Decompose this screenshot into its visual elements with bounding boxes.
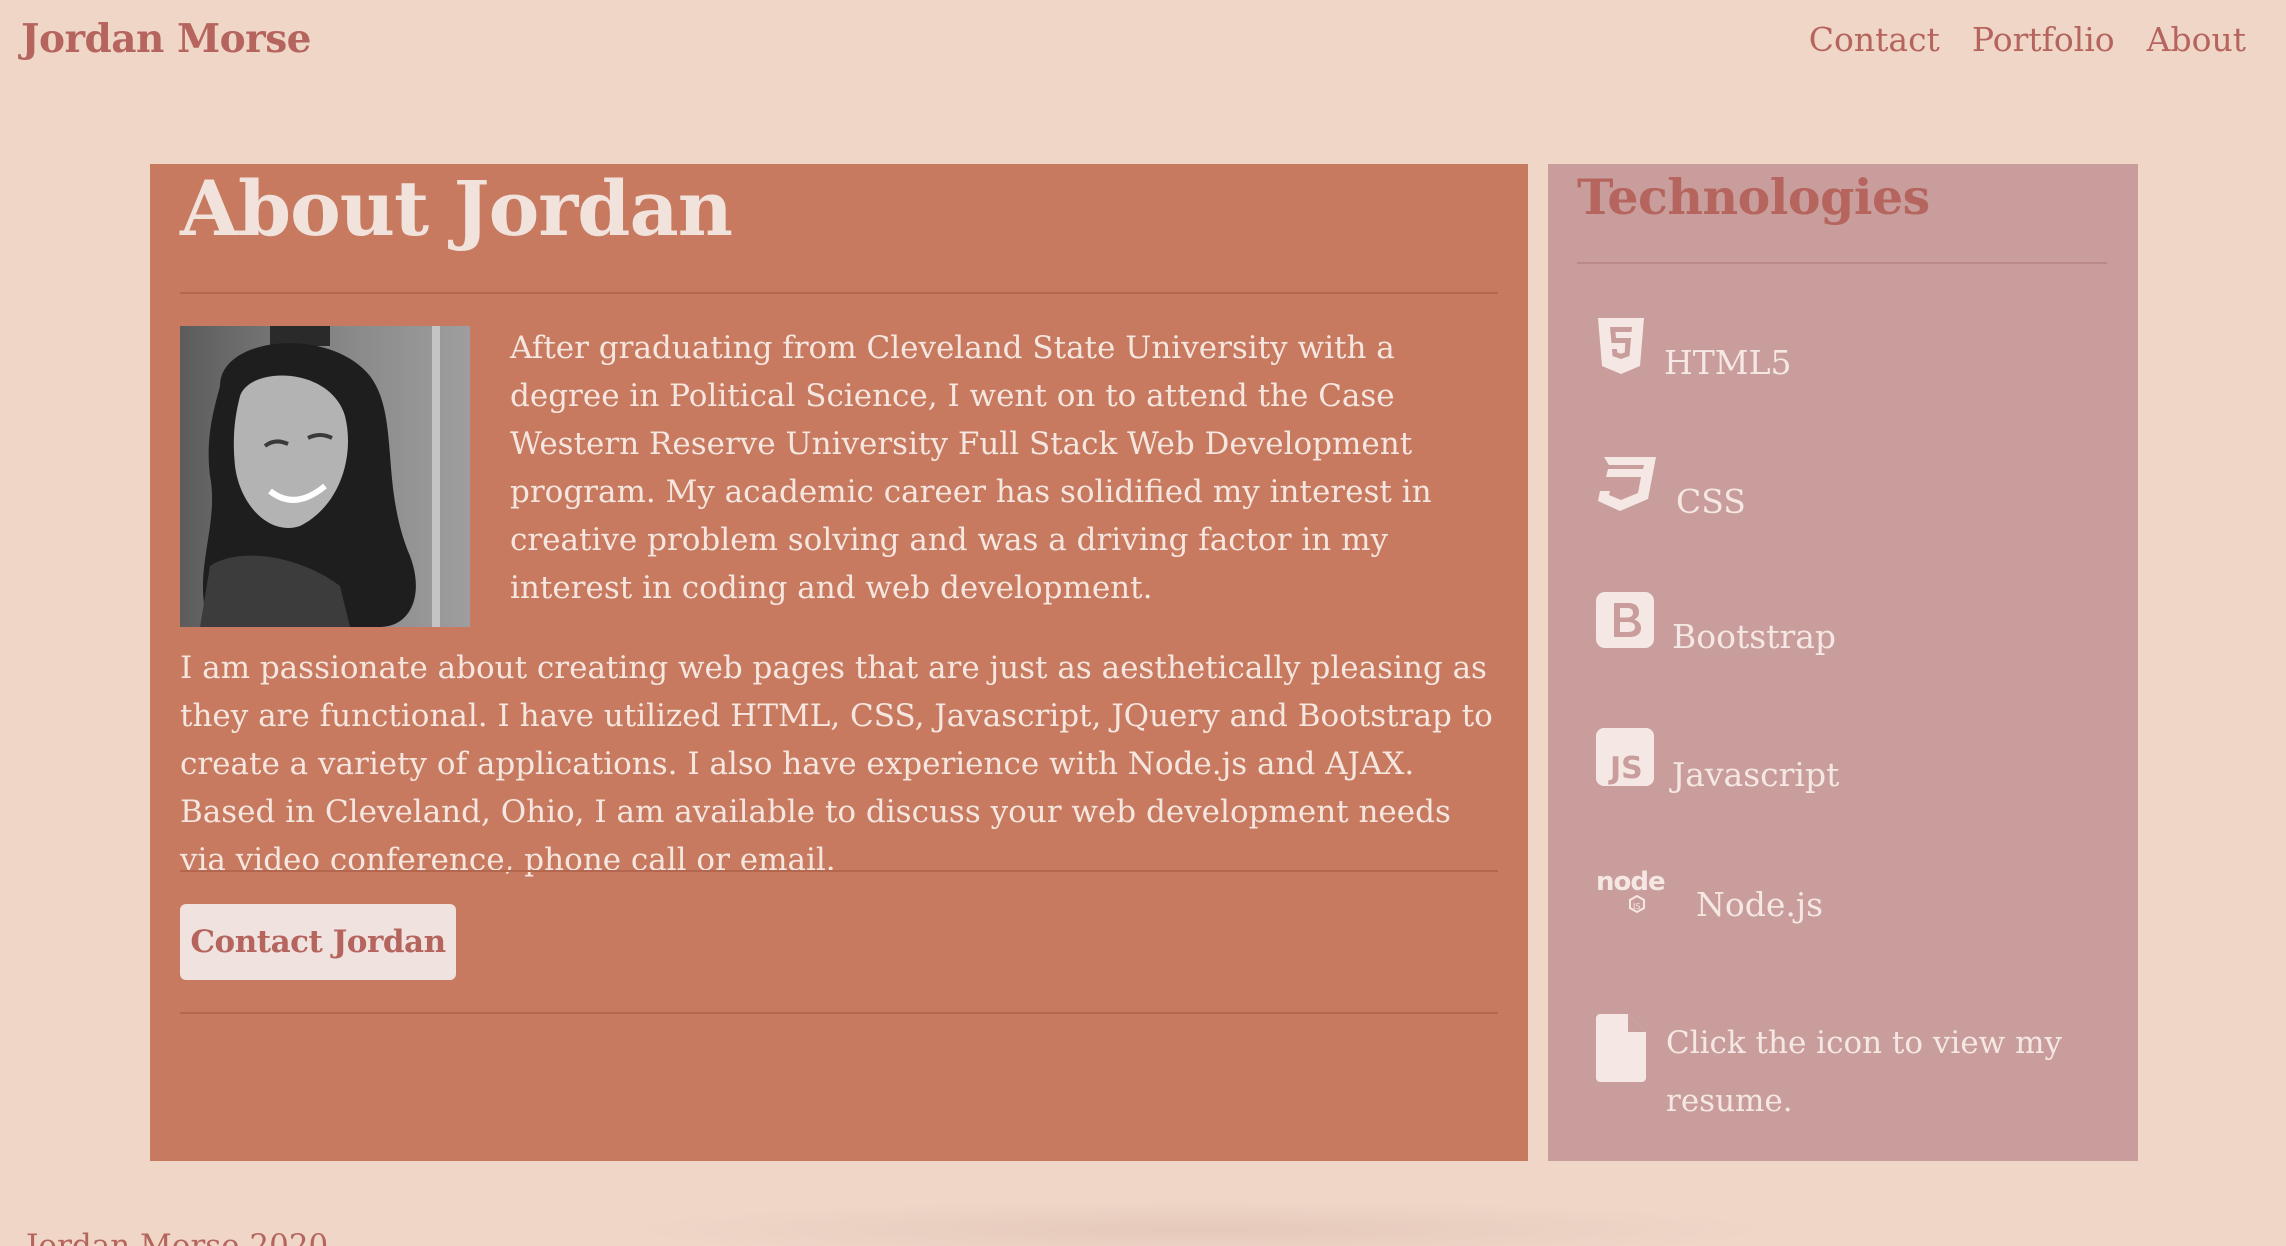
bootstrap-icon — [1596, 592, 1654, 656]
tech-label: Javascript — [1672, 755, 1840, 794]
about-title: About Jordan — [180, 164, 733, 253]
tech-item-javascript: JS Javascript — [1596, 728, 1839, 794]
tech-item-nodejs: node JS Node.js — [1596, 866, 1823, 924]
about-card: About Jordan After graduating from Cleve… — [150, 164, 1528, 1161]
tech-item-html5: HTML5 — [1596, 318, 1792, 382]
nav-links: Contact Portfolio About — [1809, 20, 2246, 59]
css3-icon — [1596, 455, 1658, 521]
resume-text: Click the icon to view my resume. — [1666, 1025, 2062, 1119]
nav-link-contact[interactable]: Contact — [1809, 20, 1940, 59]
tech-label: Bootstrap — [1672, 617, 1837, 656]
technologies-card: Technologies HTML5 CSS Bootstrap JS Java… — [1548, 164, 2138, 1161]
tech-label: Node.js — [1696, 885, 1824, 924]
brand-link[interactable]: Jordan Morse — [21, 16, 312, 62]
profile-photo — [180, 326, 470, 627]
file-icon[interactable] — [1596, 1014, 1646, 1101]
svg-text:node: node — [1596, 867, 1665, 897]
navbar: Jordan Morse Contact Portfolio About — [0, 0, 2286, 90]
svg-text:JS: JS — [1632, 902, 1640, 911]
nav-link-portfolio[interactable]: Portfolio — [1972, 20, 2115, 59]
bio-paragraph-2: I am passionate about creating web pages… — [180, 650, 1493, 878]
tech-label: CSS — [1676, 482, 1746, 521]
contact-jordan-button[interactable]: Contact Jordan — [180, 904, 456, 980]
tech-item-css: CSS — [1596, 455, 1746, 521]
javascript-icon: JS — [1596, 728, 1654, 794]
divider — [1577, 262, 2107, 264]
divider — [180, 1012, 1498, 1014]
svg-text:JS: JS — [1608, 751, 1643, 786]
tech-label: HTML5 — [1664, 343, 1792, 382]
resume-section: Click the icon to view my resume. — [1577, 1014, 2097, 1130]
footer-text: Jordan Morse 2020 — [26, 1228, 329, 1246]
divider — [180, 870, 1498, 872]
technologies-title: Technologies — [1577, 168, 1930, 226]
html5-icon — [1596, 318, 1646, 382]
footer-shadow — [620, 1200, 1780, 1246]
divider — [180, 292, 1498, 294]
nodejs-icon: node JS — [1596, 866, 1678, 924]
tech-item-bootstrap: Bootstrap — [1596, 592, 1836, 656]
nav-link-about[interactable]: About — [2147, 20, 2246, 59]
